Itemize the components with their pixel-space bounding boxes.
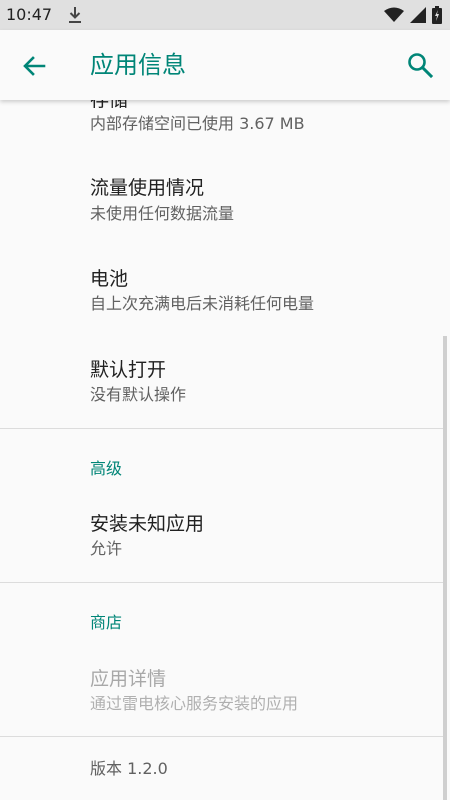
data-usage-subtitle: 未使用任何数据流量 bbox=[90, 204, 235, 223]
page-title: 应用信息 bbox=[90, 51, 186, 79]
storage-subtitle: 内部存储空间已使用 3.67 MB bbox=[90, 114, 305, 133]
open-by-default-subtitle: 没有默认操作 bbox=[90, 385, 187, 404]
storage-item[interactable]: 存储 内部存储空间已使用 3.67 MB bbox=[0, 100, 443, 150]
battery-item[interactable]: 电池 自上次充满电后未消耗任何电量 bbox=[0, 240, 443, 330]
wifi-icon bbox=[384, 7, 404, 22]
battery-subtitle: 自上次充满电后未消耗任何电量 bbox=[90, 294, 315, 313]
settings-list: 存储 内部存储空间已使用 3.67 MB 流量使用情况 未使用任何数据流量 电池… bbox=[0, 100, 450, 800]
advanced-section-header: 高级 bbox=[90, 459, 123, 478]
open-by-default-title: 默认打开 bbox=[90, 359, 167, 381]
app-details-item: 应用详情 通过雷电核心服务安装的应用 bbox=[0, 645, 443, 735]
storage-title: 存储 bbox=[90, 100, 129, 111]
install-unknown-apps-subtitle: 允许 bbox=[90, 539, 123, 558]
divider bbox=[0, 582, 443, 583]
app-details-title: 应用详情 bbox=[90, 668, 167, 690]
app-bar: 应用信息 bbox=[0, 30, 450, 100]
signal-icon bbox=[410, 7, 426, 23]
install-unknown-apps-item[interactable]: 安装未知应用 允许 bbox=[0, 490, 443, 580]
data-usage-title: 流量使用情况 bbox=[90, 177, 205, 199]
back-arrow-icon[interactable] bbox=[20, 52, 48, 80]
install-unknown-apps-title: 安装未知应用 bbox=[90, 513, 205, 535]
data-usage-item[interactable]: 流量使用情况 未使用任何数据流量 bbox=[0, 150, 443, 240]
scrollbar[interactable] bbox=[443, 336, 447, 800]
status-time: 10:47 bbox=[6, 5, 53, 24]
download-icon bbox=[69, 7, 81, 23]
divider bbox=[0, 736, 443, 737]
app-version: 版本 1.2.0 bbox=[90, 759, 168, 778]
search-icon[interactable] bbox=[406, 51, 434, 79]
store-section-header: 商店 bbox=[90, 613, 123, 632]
status-bar: 10:47 bbox=[0, 0, 450, 30]
app-details-subtitle: 通过雷电核心服务安装的应用 bbox=[90, 694, 299, 713]
battery-icon bbox=[432, 6, 442, 24]
open-by-default-item[interactable]: 默认打开 没有默认操作 bbox=[0, 330, 443, 426]
system-icons bbox=[384, 6, 442, 24]
battery-title: 电池 bbox=[90, 268, 129, 290]
divider bbox=[0, 428, 443, 429]
